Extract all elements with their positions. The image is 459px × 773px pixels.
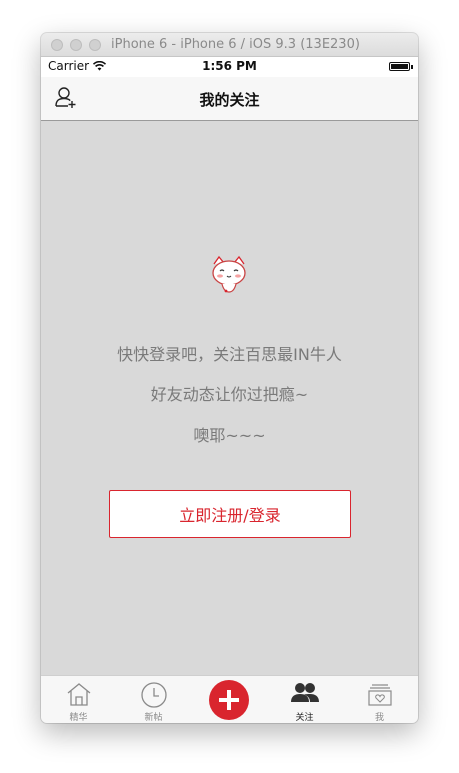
clock-icon (140, 682, 167, 708)
register-login-button[interactable]: 立即注册/登录 (109, 490, 351, 538)
publish-button[interactable] (209, 680, 249, 720)
tab-me[interactable]: 我 (342, 676, 417, 723)
profile-box-icon (367, 684, 392, 706)
home-icon (67, 683, 90, 706)
people-icon (290, 683, 319, 702)
tab-featured-label: 精华 (69, 713, 88, 723)
tab-me-label: 我 (374, 713, 384, 723)
battery-tip (411, 65, 413, 69)
tab-following-label: 关注 (295, 713, 314, 723)
close-window-button[interactable] (51, 39, 63, 51)
minimize-window-button[interactable] (70, 39, 82, 51)
tab-bar: 精华 新帖 关注 我 (41, 675, 418, 723)
status-bar: Carrier 1:56 PM (41, 57, 418, 77)
battery-fill (391, 64, 408, 69)
tab-featured[interactable]: 精华 (41, 676, 116, 723)
page-title: 我的关注 (199, 91, 260, 109)
tab-new-posts[interactable]: 新帖 (116, 676, 191, 723)
empty-message-line-1: 快快登录吧，关注百思最IN牛人 (117, 345, 342, 364)
tab-following[interactable]: 关注 (267, 676, 342, 723)
status-time: 1:56 PM (202, 59, 257, 73)
plus-icon (219, 690, 239, 710)
simulator-window: iPhone 6 - iPhone 6 / iOS 9.3 (13E230) C… (41, 33, 418, 723)
register-login-label: 立即注册/登录 (179, 506, 281, 525)
cat-mascot-icon (208, 254, 250, 296)
empty-message-line-2: 好友动态让你过把瘾~ (150, 385, 309, 404)
zoom-window-button[interactable] (89, 39, 101, 51)
tab-new-posts-label: 新帖 (144, 713, 163, 723)
battery-icon (389, 62, 410, 71)
navigation-bar: 我的关注 (41, 77, 418, 121)
window-titlebar: iPhone 6 - iPhone 6 / iOS 9.3 (13E230) (41, 33, 418, 57)
window-title: iPhone 6 - iPhone 6 / iOS 9.3 (13E230) (111, 37, 360, 52)
empty-state-content: 快快登录吧，关注百思最IN牛人 好友动态让你过把瘾~ 噢耶~~~ 立即注册/登录 (41, 121, 418, 675)
empty-message-line-3: 噢耶~~~ (193, 426, 266, 445)
